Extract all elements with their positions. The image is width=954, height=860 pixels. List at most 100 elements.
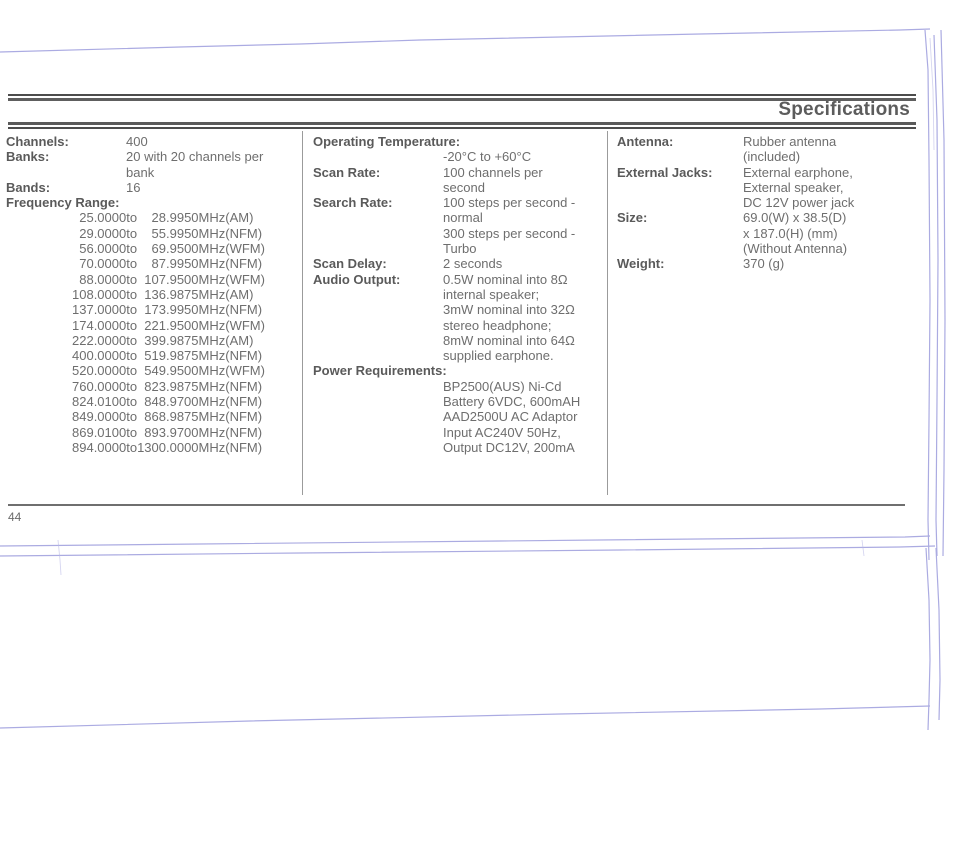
freq-low: 25.0000 (79, 210, 127, 226)
spec-values: 100 channels per second (443, 165, 601, 196)
spec-row: External Jacks: External earphone, Exter… (617, 165, 912, 211)
table-row: 137.0000 to 173.9950 MHz (NFM) (72, 302, 265, 317)
header-rule-bottom-2 (8, 127, 916, 129)
spec-value: 3mW nominal into 32Ω (443, 302, 575, 318)
spec-value: second (443, 179, 485, 195)
freq-to: to (126, 210, 138, 226)
spec-label: Antenna: (617, 134, 674, 149)
freq-unit: MHz (198, 348, 226, 364)
spec-row: Scan Rate: 100 channels per second (313, 165, 601, 196)
spec-value: Battery 6VDC, 600mAH (443, 394, 581, 410)
freq-high: 399.9875 (144, 332, 199, 348)
spec-row: Scan Delay: 2 seconds (313, 256, 601, 271)
freq-mode: (AM) (225, 286, 254, 302)
freq-low: 29.0000 (79, 225, 127, 241)
frequency-range-rows: 25.0000 to 28.9950 MHz (AM) 29.0000 to 5… (72, 210, 265, 455)
freq-mode: (NFM) (225, 348, 263, 364)
freq-low: 520.0000 (72, 363, 127, 379)
table-row: 400.0000 to 519.9875 MHz (NFM) (72, 348, 265, 363)
freq-high: 893.9700 (144, 424, 199, 440)
spec-value: 69.0(W) x 38.5(D) (743, 210, 847, 226)
table-row: 869.0100 to 893.9700 MHz (NFM) (72, 425, 265, 440)
spec-row: Bands: 16 (6, 180, 296, 195)
freq-high: 221.9500 (144, 317, 199, 333)
spec-value: Input AC240V 50Hz, (443, 424, 561, 440)
spec-row-power-requirements: Power Requirements: BP2500(AUS) Ni-Cd Ba… (313, 363, 601, 455)
freq-unit: MHz (198, 363, 226, 379)
freq-unit: MHz (198, 241, 226, 257)
spec-value: 0.5W nominal into 8Ω (443, 271, 568, 287)
spec-value: 300 steps per second - (443, 225, 576, 241)
spec-values: 16 (126, 180, 296, 195)
freq-high: 848.9700 (144, 394, 199, 410)
spec-value: 2 seconds (443, 256, 503, 272)
spec-values: 2 seconds (443, 256, 601, 271)
freq-high: 87.9950 (151, 256, 199, 272)
footer-rule (8, 504, 905, 506)
table-row: 174.0000 to 221.9500 MHz (WFM) (72, 318, 265, 333)
freq-mode: (AM) (225, 332, 254, 348)
freq-to: to (126, 332, 138, 348)
freq-low: 88.0000 (79, 271, 127, 287)
freq-to: to (126, 363, 138, 379)
spec-values: 69.0(W) x 38.5(D) x 187.0(H) (mm) (Witho… (743, 210, 912, 256)
spec-values: 20 with 20 channels per bank (126, 149, 296, 180)
freq-mode: (NFM) (225, 409, 263, 425)
spec-row-operating-temperature: Operating Temperature: -20°C to +60°C (313, 134, 601, 165)
spec-label: Scan Delay: (313, 256, 387, 272)
spec-value: stereo headphone; (443, 317, 552, 333)
freq-to: to (126, 409, 138, 425)
table-row: 520.0000 to 549.9500 MHz (WFM) (72, 363, 265, 378)
table-row: 760.0000 to 823.9875 MHz (NFM) (72, 379, 265, 394)
freq-mode: (AM) (225, 210, 254, 226)
freq-low: 108.0000 (72, 286, 127, 302)
spec-row: Antenna: Rubber antenna (included) (617, 134, 912, 165)
freq-low: 222.0000 (72, 332, 127, 348)
freq-unit: MHz (198, 210, 226, 226)
spec-value: internal speaker; (443, 286, 540, 302)
freq-unit: MHz (198, 409, 226, 425)
freq-high: 868.9875 (144, 409, 199, 425)
freq-low: 849.0000 (72, 409, 127, 425)
table-row: 70.0000 to 87.9950 MHz (NFM) (72, 256, 265, 271)
spec-row: Banks: 20 with 20 channels per bank (6, 149, 296, 180)
spec-column-middle: Operating Temperature: -20°C to +60°C Sc… (313, 134, 601, 455)
spec-values: Rubber antenna (included) (743, 134, 912, 165)
freq-to: to (126, 271, 138, 287)
freq-unit: MHz (198, 317, 226, 333)
spec-label: Search Rate: (313, 195, 393, 211)
frequency-range-table: 25.0000 to 28.9950 MHz (AM) 29.0000 to 5… (72, 210, 265, 455)
spec-value: 100 channels per (443, 164, 543, 180)
freq-mode: (NFM) (225, 378, 263, 394)
freq-low: 400.0000 (72, 348, 127, 364)
freq-unit: MHz (198, 332, 226, 348)
spec-label: Frequency Range: (6, 195, 120, 211)
freq-to: to (126, 225, 138, 241)
freq-unit: MHz (198, 424, 226, 440)
freq-to: to (126, 348, 138, 364)
column-divider-2 (607, 131, 608, 495)
freq-low: 760.0000 (72, 378, 127, 394)
spec-value: -20°C to +60°C (443, 149, 532, 165)
spec-values: 0.5W nominal into 8Ω internal speaker; 3… (443, 272, 601, 364)
freq-high: 173.9950 (144, 302, 199, 318)
freq-high: 55.9950 (151, 225, 199, 241)
freq-high: 823.9875 (144, 378, 199, 394)
freq-unit: MHz (198, 378, 226, 394)
freq-unit: MHz (198, 286, 226, 302)
spec-row: Audio Output: 0.5W nominal into 8Ω inter… (313, 272, 601, 364)
freq-to: to (126, 439, 138, 455)
spec-value: (included) (743, 149, 801, 165)
table-row: 849.0000 to 868.9875 MHz (NFM) (72, 409, 265, 424)
freq-to: to (126, 302, 138, 318)
spec-values: External earphone, External speaker, DC … (743, 165, 912, 211)
table-row: 894.0000 to 1300.0000 MHz (NFM) (72, 440, 265, 455)
freq-low: 70.0000 (79, 256, 127, 272)
spec-label: Channels: (6, 134, 69, 149)
table-row: 88.0000 to 107.9500 MHz (WFM) (72, 272, 265, 287)
spec-label: Operating Temperature: (313, 134, 461, 149)
freq-high: 1300.0000 (137, 439, 199, 455)
freq-mode: (WFM) (225, 363, 265, 379)
freq-to: to (126, 317, 138, 333)
freq-high: 107.9500 (144, 271, 199, 287)
